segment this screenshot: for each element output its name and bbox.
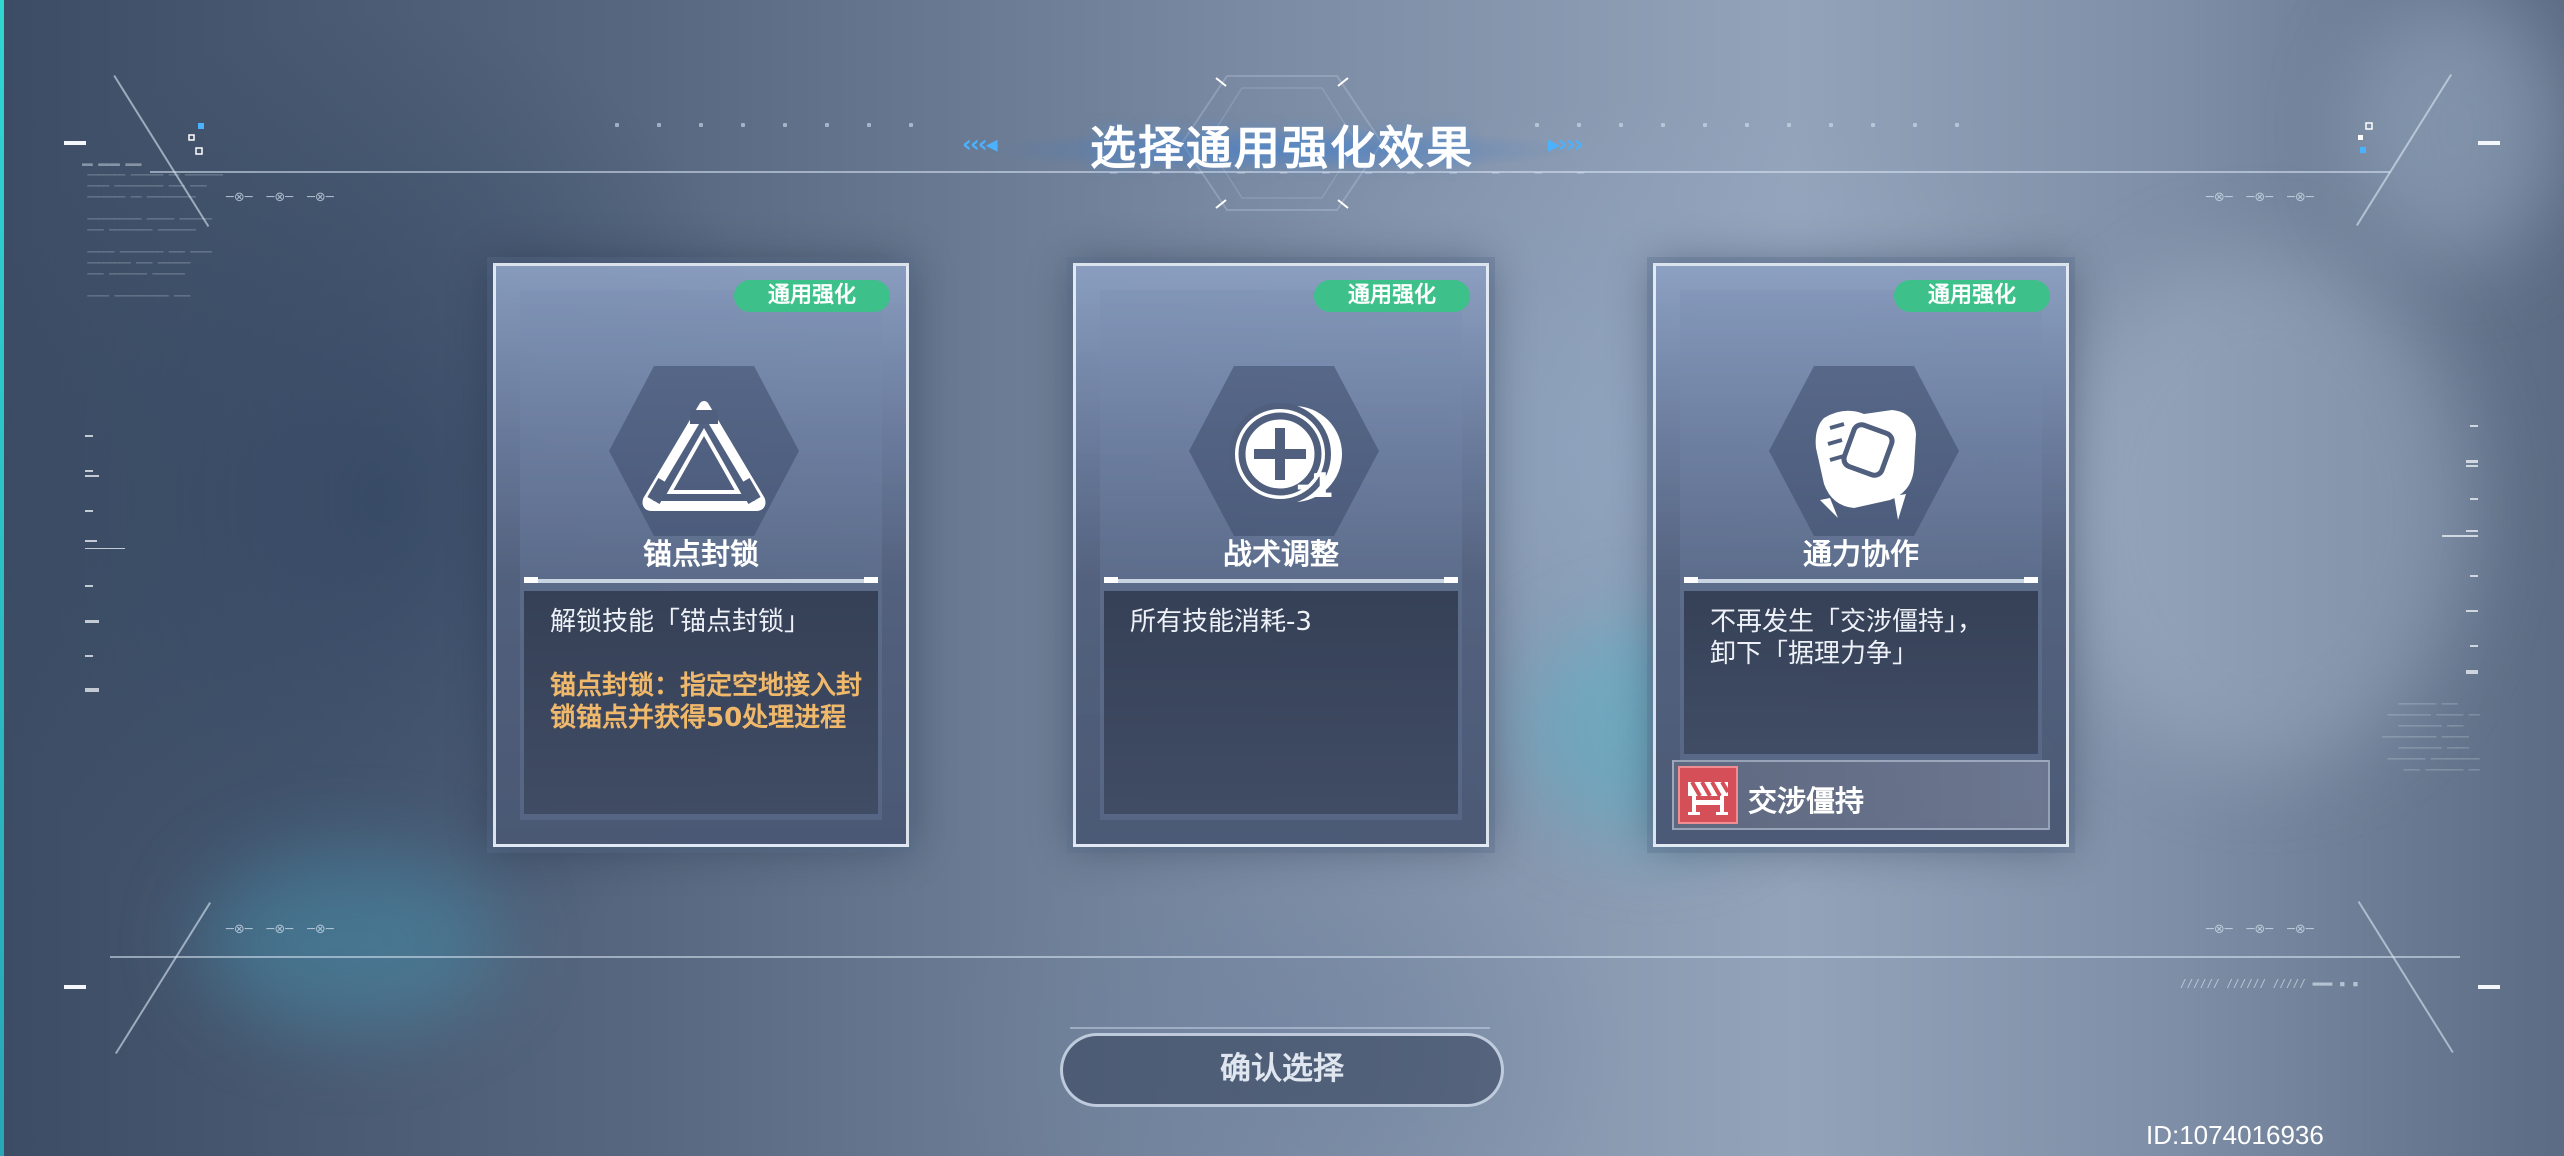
selection-screen: ▬▬ ▬▬▬▬ ▬▬▬ ─────── ────── ── ─────── ──… xyxy=(0,0,2564,1156)
roadblock-icon xyxy=(1678,766,1738,824)
hud-text-block: ─────── ─── ──────── ───── ── ──────── ─… xyxy=(2382,700,2480,776)
hud-text-block: ▬▬ ▬▬▬▬ ▬▬▬ ─────── ────── ── ─────── ──… xyxy=(82,160,223,302)
plus-minus-one-icon xyxy=(1229,403,1342,505)
card-detail: 锚点封锁：指定空地接入封锁锚点并获得50处理进程 xyxy=(550,671,863,733)
card-separator xyxy=(1104,577,1458,583)
bg-blur xyxy=(200,850,500,1030)
corner-line xyxy=(2357,900,2454,1053)
triangle-lock-icon xyxy=(642,401,766,511)
side-ticks-left xyxy=(85,435,125,692)
hud-line-bottom xyxy=(110,956,2460,958)
tag-badge: 通用强化 xyxy=(1313,280,1470,312)
buff-row: 交涉僵持 xyxy=(1672,760,2050,830)
effect-card-anchor-lock[interactable]: 通用强化 锚点封锁 解锁技能「锚点封锁」 锚点封锁：指定空地接入封锁锚点并获得5… xyxy=(493,263,909,847)
effect-card-cooperation[interactable]: 通用强化 通力协作 不再发生「交涉僵持」， 卸下「据理力争」 交涉僵持 xyxy=(1653,263,2069,847)
tag-badge: 通用强化 xyxy=(1893,280,2050,312)
title-subtext: ─ ─ ─ ─ ─ ─ ─ ─ ─ ─ ─ ─ xyxy=(1110,166,1599,180)
card-separator xyxy=(524,577,878,583)
node-markers: ─⊗─ ─⊗─ ─⊗─ xyxy=(226,190,334,205)
icon-badge: -1 xyxy=(1296,466,1334,506)
card-name: 锚点封锁 xyxy=(642,537,759,571)
card-name: 通力协作 xyxy=(1802,537,1919,571)
corner-tick xyxy=(64,985,86,989)
buff-label: 交涉僵持 xyxy=(1748,784,1865,818)
confirm-decor-line xyxy=(1070,1027,1490,1029)
card-description: 解锁技能「锚点封锁」 xyxy=(550,607,811,637)
hud-code-text: ∕∕∕∕∕∕ ∕∕∕∕∕∕ ∕∕∕∕∕ ▬▬▬ ▪ ▪ xyxy=(2180,977,2359,990)
bg-blur xyxy=(2050,250,2470,770)
node-markers: ─⊗─ ─⊗─ ─⊗─ xyxy=(2206,190,2314,205)
effect-card-tactical-adjust[interactable]: 通用强化 -1 战术调整 所有技能消耗-3 xyxy=(1073,263,1489,847)
card-description: 不再发生「交涉僵持」， 卸下「据理力争」 xyxy=(1710,607,1984,669)
user-id: ID:1074016936 xyxy=(2146,1120,2324,1150)
card-name: 战术调整 xyxy=(1222,537,1339,571)
card-separator xyxy=(1684,577,2038,583)
corner-tick xyxy=(2478,985,2500,989)
node-markers: ─⊗─ ─⊗─ ─⊗─ xyxy=(226,922,334,937)
handshake-icon xyxy=(1815,410,1916,520)
tag-badge: 通用强化 xyxy=(733,280,890,312)
confirm-button[interactable]: 确认选择 xyxy=(1060,1033,1504,1107)
node-markers: ─⊗─ ─⊗─ ─⊗─ xyxy=(2206,922,2314,937)
card-description: 所有技能消耗-3 xyxy=(1130,607,1312,637)
corner-line xyxy=(115,902,212,1055)
side-ticks-right xyxy=(2442,425,2478,674)
